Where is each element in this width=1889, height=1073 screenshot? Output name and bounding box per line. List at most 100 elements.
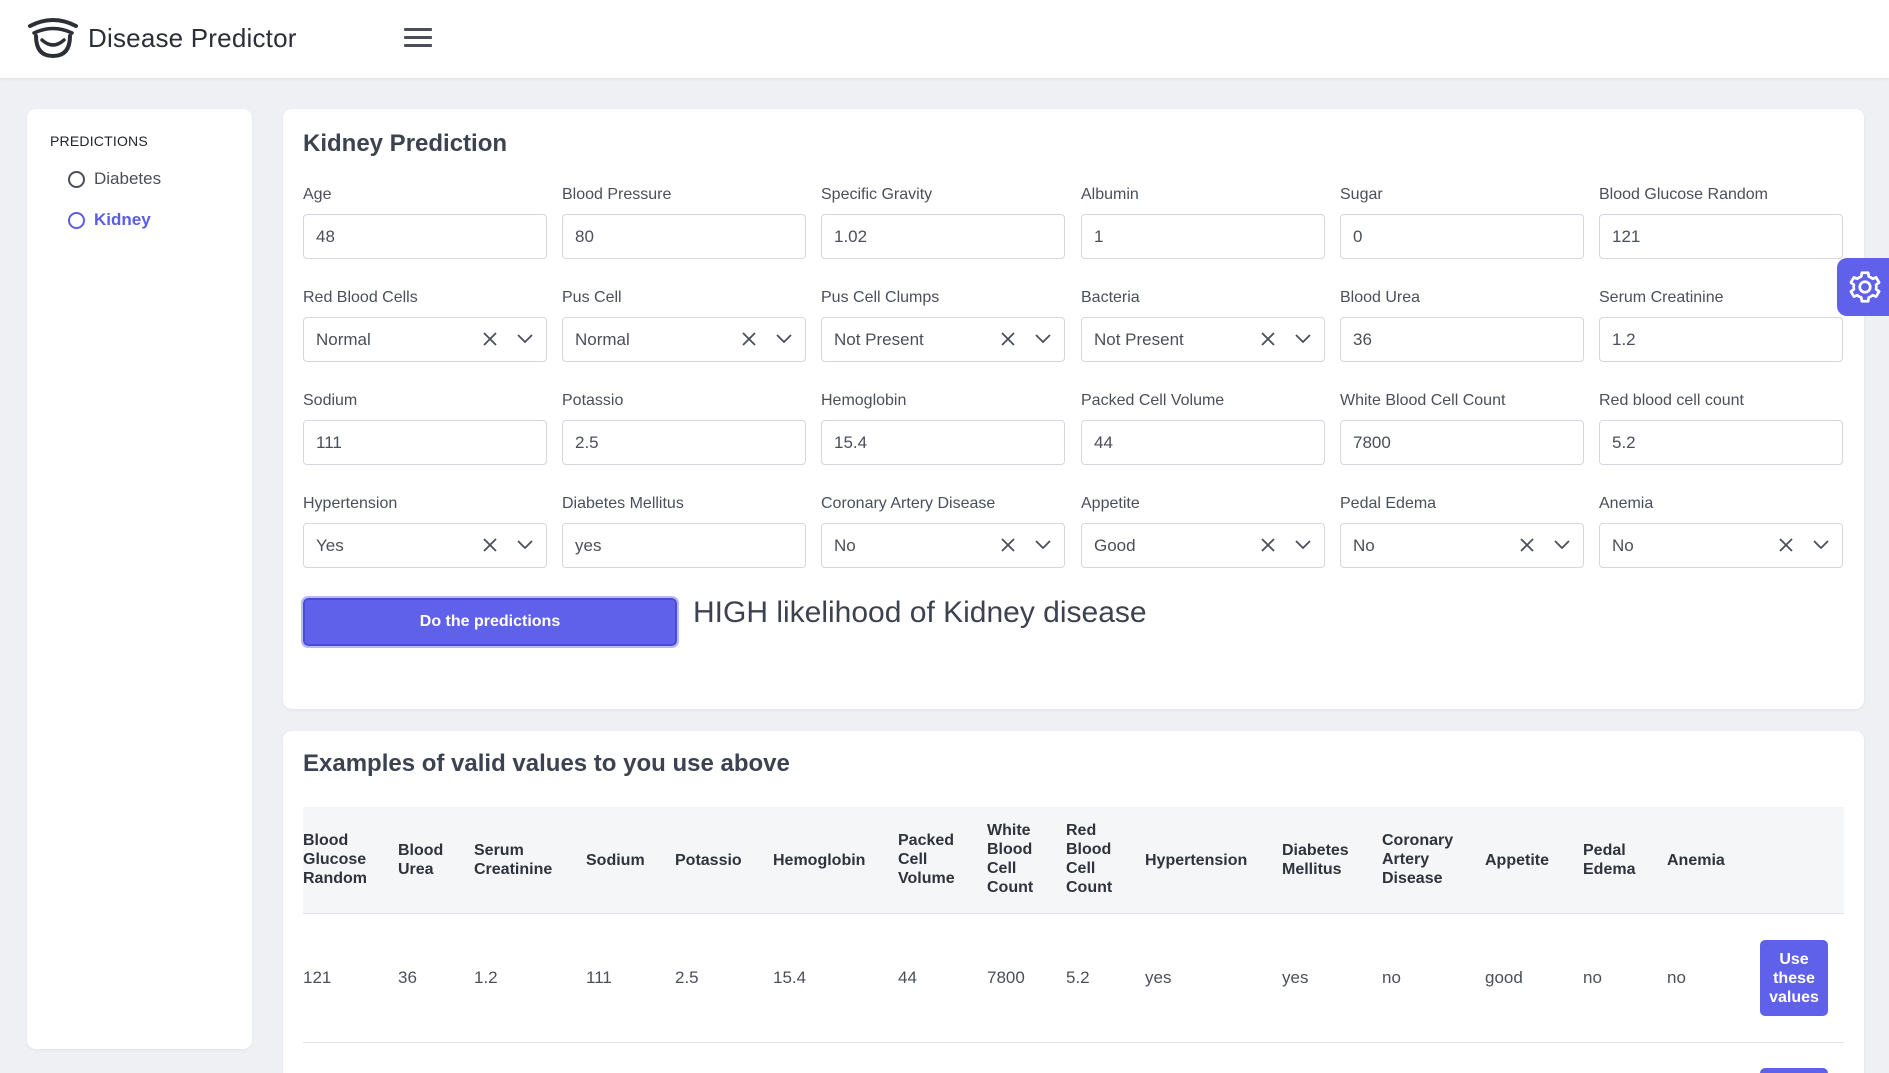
serum-creatinine-field: Serum Creatinine 1.2 bbox=[1599, 287, 1843, 362]
gear-icon bbox=[1849, 271, 1881, 303]
age-input[interactable]: 48 bbox=[303, 214, 547, 259]
coronary-artery-disease-field: Coronary Artery Disease No bbox=[821, 493, 1065, 568]
sodium-input[interactable]: 111 bbox=[303, 420, 547, 465]
field-label: Pus Cell bbox=[562, 289, 622, 306]
chevron-down-icon[interactable] bbox=[775, 332, 793, 346]
pus-cell-field: Pus Cell Normal bbox=[562, 287, 806, 362]
column-header: Hemoglobin bbox=[773, 852, 866, 869]
field-label: Packed Cell Volume bbox=[1081, 392, 1225, 409]
top-bar: Disease Predictor bbox=[0, 0, 1889, 78]
white-blood-cell-count-input[interactable]: 7800 bbox=[1340, 420, 1584, 465]
pus-cell-select[interactable]: Normal bbox=[562, 317, 806, 362]
radio-circle-icon bbox=[68, 170, 85, 188]
appetite-field: Appetite Good bbox=[1081, 493, 1325, 568]
column-header: Blood Urea bbox=[398, 842, 444, 878]
sugar-field: Sugar 0 bbox=[1340, 184, 1584, 259]
clear-icon[interactable] bbox=[481, 536, 499, 554]
serum-creatinine-input[interactable]: 1.2 bbox=[1599, 317, 1843, 362]
sidebar-item-kidney[interactable]: Kidney bbox=[68, 210, 151, 230]
albumin-input[interactable]: 1 bbox=[1081, 214, 1325, 259]
column-header: Hypertension bbox=[1145, 852, 1248, 869]
field-label: Hemoglobin bbox=[821, 392, 907, 409]
hemoglobin-input[interactable]: 15.4 bbox=[821, 420, 1065, 465]
blood-pressure-input[interactable]: 80 bbox=[562, 214, 806, 259]
red-blood-cells-select[interactable]: Normal bbox=[303, 317, 547, 362]
table-cell: 121 bbox=[303, 968, 332, 987]
appetite-select[interactable]: Good bbox=[1081, 523, 1325, 568]
hamburger-menu-icon[interactable] bbox=[404, 28, 432, 50]
table-cell: 44 bbox=[898, 968, 917, 987]
select-value: Yes bbox=[316, 535, 344, 555]
table-cell: no bbox=[1382, 968, 1401, 987]
row-divider bbox=[303, 1042, 1844, 1043]
table-cell: 36 bbox=[398, 968, 417, 987]
table-cell: no bbox=[1667, 968, 1686, 987]
blood-urea-input[interactable]: 36 bbox=[1340, 317, 1584, 362]
field-label: Red blood cell count bbox=[1599, 392, 1744, 409]
white-blood-cell-count-field: White Blood Cell Count 7800 bbox=[1340, 390, 1584, 465]
field-label: Red Blood Cells bbox=[303, 289, 418, 306]
clear-icon[interactable] bbox=[999, 536, 1017, 554]
field-label: Blood Glucose Random bbox=[1599, 186, 1768, 203]
table-cell: 2.5 bbox=[675, 968, 699, 987]
do-predictions-button[interactable]: Do the predictions bbox=[301, 596, 679, 648]
blood-pressure-field: Blood Pressure 80 bbox=[562, 184, 806, 259]
brand[interactable]: Disease Predictor bbox=[27, 16, 297, 60]
field-label: Sugar bbox=[1340, 186, 1383, 203]
blood-urea-field: Blood Urea 36 bbox=[1340, 287, 1584, 362]
chevron-down-icon[interactable] bbox=[1034, 332, 1052, 346]
specific-gravity-input[interactable]: 1.02 bbox=[821, 214, 1065, 259]
chevron-down-icon[interactable] bbox=[1553, 538, 1571, 552]
chevron-down-icon[interactable] bbox=[1812, 538, 1830, 552]
table-cell: no bbox=[1583, 968, 1602, 987]
chevron-down-icon[interactable] bbox=[516, 332, 534, 346]
sodium-field: Sodium 111 bbox=[303, 390, 547, 465]
clear-icon[interactable] bbox=[1518, 536, 1536, 554]
clear-icon[interactable] bbox=[1777, 536, 1795, 554]
coronary-artery-disease-select[interactable]: No bbox=[821, 523, 1065, 568]
blood-glucose-random-field: Blood Glucose Random 121 bbox=[1599, 184, 1843, 259]
pus-cell-clumps-select[interactable]: Not Present bbox=[821, 317, 1065, 362]
column-header: Potassio bbox=[675, 852, 742, 869]
column-header: Blood Glucose Random bbox=[303, 832, 367, 887]
field-label: Diabetes Mellitus bbox=[562, 495, 684, 512]
potassio-input[interactable]: 2.5 bbox=[562, 420, 806, 465]
pedal-edema-field: Pedal Edema No bbox=[1340, 493, 1584, 568]
clear-icon[interactable] bbox=[1259, 330, 1277, 348]
bacteria-field: Bacteria Not Present bbox=[1081, 287, 1325, 362]
chevron-down-icon[interactable] bbox=[1294, 538, 1312, 552]
albumin-field: Albumin 1 bbox=[1081, 184, 1325, 259]
column-header: Serum Creatinine bbox=[474, 842, 553, 878]
use-these-values-button[interactable]: Use these values bbox=[1760, 940, 1828, 1016]
clear-icon[interactable] bbox=[1259, 536, 1277, 554]
hypertension-field: Hypertension Yes bbox=[303, 493, 547, 568]
page-title: Kidney Prediction bbox=[303, 130, 508, 157]
kidney-prediction-card: Kidney Prediction Age 48 Blood Pressure … bbox=[283, 109, 1864, 709]
clear-icon[interactable] bbox=[481, 330, 499, 348]
settings-button[interactable] bbox=[1837, 258, 1889, 316]
table-cell: 15.4 bbox=[773, 968, 807, 987]
chevron-down-icon[interactable] bbox=[1034, 538, 1052, 552]
column-header: White Blood Cell Count bbox=[987, 822, 1034, 896]
red-blood-cell-count-input[interactable]: 5.2 bbox=[1599, 420, 1843, 465]
pedal-edema-select[interactable]: No bbox=[1340, 523, 1584, 568]
potassio-field: Potassio 2.5 bbox=[562, 390, 806, 465]
clear-icon[interactable] bbox=[999, 330, 1017, 348]
blood-glucose-random-input[interactable]: 121 bbox=[1599, 214, 1843, 259]
column-header: Sodium bbox=[586, 852, 645, 869]
chevron-down-icon[interactable] bbox=[516, 538, 534, 552]
use-these-values-button-next[interactable] bbox=[1760, 1068, 1828, 1073]
examples-title: Examples of valid values to you use abov… bbox=[303, 750, 790, 777]
field-label: Potassio bbox=[562, 392, 624, 409]
chevron-down-icon[interactable] bbox=[1294, 332, 1312, 346]
sidebar-item-diabetes[interactable]: Diabetes bbox=[68, 169, 161, 189]
diabetes-mellitus-input[interactable]: yes bbox=[562, 523, 806, 568]
clear-icon[interactable] bbox=[740, 330, 758, 348]
column-header: Packed Cell Volume bbox=[898, 832, 955, 887]
field-label: Age bbox=[303, 186, 332, 203]
packed-cell-volume-input[interactable]: 44 bbox=[1081, 420, 1325, 465]
bacteria-select[interactable]: Not Present bbox=[1081, 317, 1325, 362]
hypertension-select[interactable]: Yes bbox=[303, 523, 547, 568]
sugar-input[interactable]: 0 bbox=[1340, 214, 1584, 259]
anemia-select[interactable]: No bbox=[1599, 523, 1843, 568]
